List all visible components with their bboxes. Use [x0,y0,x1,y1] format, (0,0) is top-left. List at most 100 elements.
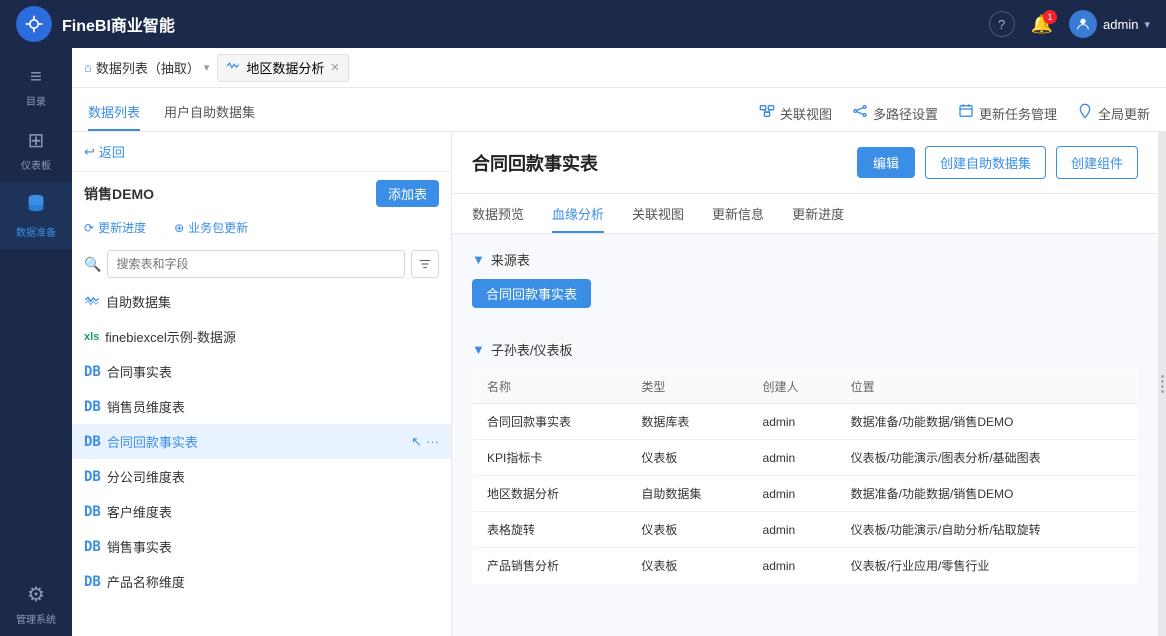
tree-item-label-product: 产品名称维度 [107,572,439,591]
edge-dots [1161,375,1164,393]
search-input[interactable] [107,250,405,278]
children-toggle[interactable]: ▼ [472,342,485,357]
table-row[interactable]: 合同回款事实表 数据库表 admin 数据准备/功能数据/销售DEMO [473,404,1138,440]
cell-creator: admin [749,512,837,548]
admin-menu[interactable]: admin ▾ [1069,10,1150,38]
cell-name: 产品销售分析 [473,548,628,584]
action-related-view[interactable]: 关联视图 [759,103,832,123]
right-edge-handle[interactable] [1158,132,1166,636]
breadcrumb-tab-label: 地区数据分析 [246,58,324,77]
update-progress-label: 更新进度 [98,219,146,236]
tree-item-sales[interactable]: DB 销售员维度表 [72,389,451,424]
breadcrumb-tab[interactable]: 地区数据分析 ✕ [217,54,348,82]
tab-close-icon[interactable]: ✕ [330,61,339,74]
admin-dropdown-icon: ▾ [1144,18,1150,31]
tree-list: 自助数据集 ↖ ··· xls finebiexcel示例-数据源 DB 合同事… [72,284,451,636]
tree-item-label-contract: 合同事实表 [107,362,439,381]
search-settings-button[interactable] [411,250,439,278]
notification-bell[interactable]: 🔔 1 [1031,14,1053,35]
right-actions: 编辑 创建自助数据集 创建组件 [857,146,1138,179]
back-button[interactable]: ↩ 返回 [84,142,125,161]
create-self-button[interactable]: 创建自助数据集 [925,146,1046,179]
tab-lineage[interactable]: 血缘分析 [552,194,604,233]
cell-creator: admin [749,548,837,584]
tree-item-customer[interactable]: DB 客户维度表 [72,494,451,529]
multipath-label: 多路径设置 [873,104,938,123]
update-tasks-label: 更新任务管理 [979,104,1057,123]
related-view-label: 关联视图 [780,104,832,123]
global-update-label: 全局更新 [1098,104,1150,123]
biz-update-link[interactable]: ⊕ 业务包更新 [174,219,248,236]
db-icon-payment: DB [84,434,101,450]
biz-update-label: 业务包更新 [188,219,248,236]
action-update-tasks[interactable]: 更新任务管理 [958,103,1057,123]
db-icon-branch: DB [84,469,101,485]
cell-type: 自助数据集 [627,476,748,512]
children-section-label: 子孙表/仪表板 [491,340,573,359]
notification-badge: 1 [1043,10,1057,24]
update-progress-icon: ⟳ [84,221,94,235]
update-progress-link[interactable]: ⟳ 更新进度 [84,219,146,236]
tree-item-self-data[interactable]: 自助数据集 ↖ ··· [72,284,451,319]
db-icon-sales-fact: DB [84,539,101,555]
sidebar-item-admin[interactable]: ⚙ 管理系统 [0,572,72,636]
tab-update-info[interactable]: 更新信息 [712,194,764,233]
sidebar-label-data: 数据准备 [16,224,56,239]
tree-item-label-payment: 合同回款事实表 [107,432,405,451]
tree-item-contract-payment[interactable]: DB 合同回款事实表 ↖ ··· [72,424,451,459]
cell-location: 仪表板/功能演示/自助分析/钻取旋转 [837,512,1138,548]
sidebar-item-dashboard[interactable]: ⊞ 仪表板 [0,118,72,182]
lineage-body: ▼ 来源表 合同回款事实表 ▼ 子孙表/仪表板 [452,234,1158,636]
update-tasks-icon [958,103,974,123]
source-toggle[interactable]: ▼ [472,252,485,267]
more-icon-2[interactable]: ··· [426,434,439,450]
dashboard-icon: ⊞ [28,128,45,153]
col-header-creator: 创建人 [749,370,837,404]
tree-item-sales-fact[interactable]: DB 销售事实表 [72,529,451,564]
demo-title: 销售DEMO [84,184,154,204]
create-component-button[interactable]: 创建组件 [1056,146,1138,179]
db-icon-contract: DB [84,364,101,380]
cell-type: 仪表板 [627,440,748,476]
tab-related-view[interactable]: 关联视图 [632,194,684,233]
tab-update-progress[interactable]: 更新进度 [792,194,844,233]
action-global-update[interactable]: 全局更新 [1077,103,1150,123]
tab-data-preview[interactable]: 数据预览 [472,194,524,233]
self-data-icon [84,294,100,309]
tree-item-label-branch: 分公司维度表 [107,467,439,486]
children-section-header: ▼ 子孙表/仪表板 [472,340,1138,359]
sidebar-label-admin: 管理系统 [16,611,56,626]
biz-update-icon: ⊕ [174,221,184,235]
add-table-button[interactable]: 添加表 [376,180,439,207]
tab-data-list[interactable]: 数据列表 [88,92,140,131]
db-icon-sales: DB [84,399,101,415]
help-icon[interactable]: ? [989,11,1015,37]
tree-item-product[interactable]: DB 产品名称维度 [72,564,451,599]
catalog-icon: ≡ [30,66,42,89]
wave-icon [226,59,240,76]
tree-item-label-sales-fact: 销售事实表 [107,537,439,556]
tree-item-contract[interactable]: DB 合同事实表 [72,354,451,389]
table-row[interactable]: 表格旋转 仪表板 admin 仪表板/功能演示/自助分析/钻取旋转 [473,512,1138,548]
sidebar-item-catalog[interactable]: ≡ 目录 [0,56,72,118]
right-panel: 合同回款事实表 编辑 创建自助数据集 创建组件 数据预览 血缘分析 关联视图 更… [452,132,1158,636]
table-row[interactable]: KPI指标卡 仪表板 admin 仪表板/功能演示/图表分析/基础图表 [473,440,1138,476]
admin-label: admin [1103,17,1138,32]
tab-user-self[interactable]: 用户自助数据集 [164,92,255,131]
edit-button[interactable]: 编辑 [857,147,915,178]
sidebar-item-data[interactable]: 数据准备 [0,182,72,249]
top-nav-left: FineBI商业智能 [16,6,175,42]
tree-item-label-sales: 销售员维度表 [107,397,439,416]
top-nav: FineBI商业智能 ? 🔔 1 admin ▾ [0,0,1166,48]
tree-item-branch[interactable]: DB 分公司维度表 [72,459,451,494]
tree-item-excel[interactable]: xls finebiexcel示例-数据源 [72,319,451,354]
breadcrumb-home[interactable]: ⌂ 数据列表（抽取） ▾ [84,58,209,77]
table-row[interactable]: 地区数据分析 自助数据集 admin 数据准备/功能数据/销售DEMO [473,476,1138,512]
data-icon [25,192,47,220]
source-box-wrap: 合同回款事实表 [472,279,1138,324]
col-header-type: 类型 [627,370,748,404]
action-multipath[interactable]: 多路径设置 [852,103,938,123]
breadcrumb-bar: ⌂ 数据列表（抽取） ▾ 地区数据分析 ✕ [72,48,1166,88]
back-icon: ↩ [84,144,95,160]
table-row[interactable]: 产品销售分析 仪表板 admin 仪表板/行业应用/零售行业 [473,548,1138,584]
